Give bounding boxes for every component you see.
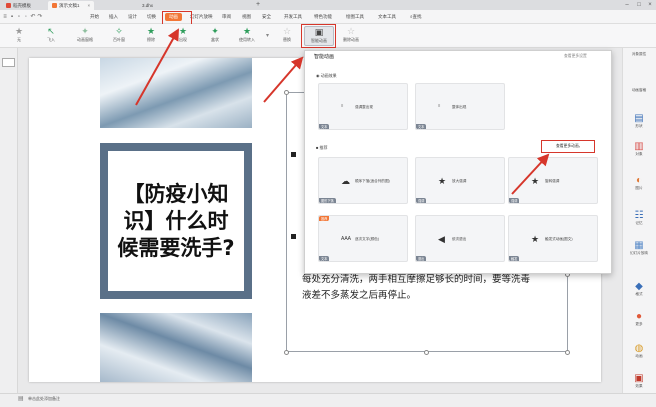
arrow-to-more-button bbox=[511, 153, 550, 195]
annotation-arrows bbox=[135, 28, 550, 195]
arrow-to-smart-animation bbox=[263, 56, 304, 103]
arrow-to-animation-menu bbox=[135, 28, 179, 106]
